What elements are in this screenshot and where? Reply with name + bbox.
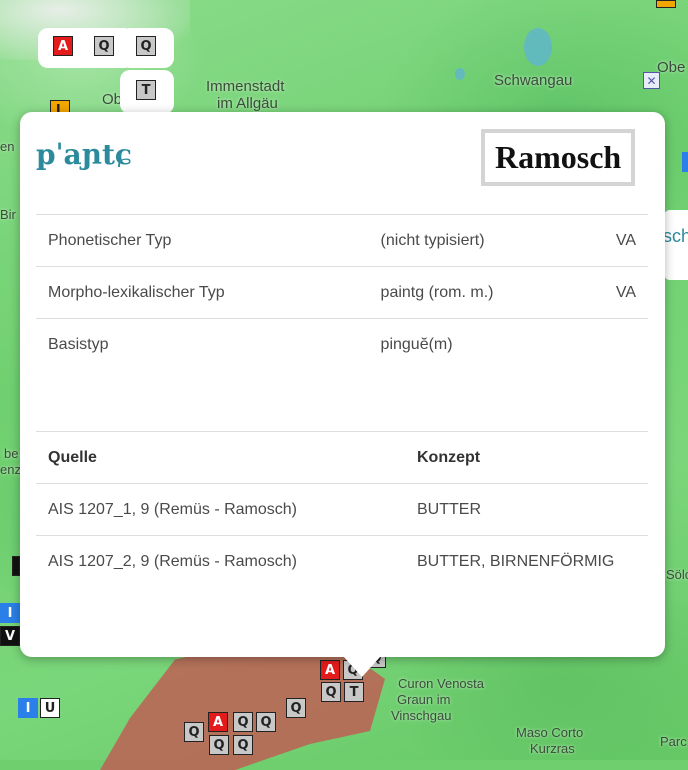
type-label: Phonetischer Typ [36, 214, 369, 267]
map-marker-q[interactable]: Q [136, 36, 156, 56]
map-marker-i[interactable]: I [0, 603, 20, 623]
place-label: Parc [660, 734, 687, 749]
type-source: VA [603, 214, 648, 267]
place-label: Kurzras [530, 741, 575, 756]
ipa-transcription: pˈaɲtɕ [36, 138, 132, 171]
table-row: Phonetischer Typ (nicht typisiert) VA [36, 214, 648, 267]
map-marker-t[interactable]: T [344, 682, 364, 702]
source-konzept: BUTTER [405, 483, 648, 536]
info-popup: pˈaɲtɕ Ramosch Phonetischer Typ (nicht t… [20, 112, 665, 677]
table-row: AIS 1207_1, 9 (Remüs - Ramosch) BUTTER [36, 483, 648, 536]
type-value: pinguĕ(m) [368, 318, 604, 370]
map-marker-u[interactable]: U [40, 698, 60, 718]
map-marker-q[interactable]: Q [184, 722, 204, 742]
map-marker-q[interactable]: Q [256, 712, 276, 732]
map-marker-q[interactable]: Q [209, 735, 229, 755]
location-name: Ramosch [481, 129, 636, 186]
table-header-row: Quelle Konzept [36, 431, 648, 484]
place-label: Sölc [666, 567, 688, 582]
map-marker-a[interactable]: A [320, 660, 340, 680]
map-marker-q[interactable]: Q [286, 698, 306, 718]
place-label: Bir [0, 207, 16, 222]
header-quelle: Quelle [36, 431, 405, 484]
table-row: AIS 1207_2, 9 (Remüs - Ramosch) BUTTER, … [36, 535, 648, 587]
type-label: Basistyp [36, 318, 369, 370]
type-source [603, 318, 648, 370]
map-marker-q[interactable]: Q [233, 735, 253, 755]
header-konzept: Konzept [405, 431, 648, 484]
place-label: Obe [657, 59, 686, 76]
map-marker-q[interactable]: Q [321, 682, 341, 702]
map-marker-v[interactable]: V [0, 626, 20, 646]
map-marker-partial[interactable] [656, 0, 676, 8]
place-label: Schwangau [494, 72, 573, 89]
place-label: Vinschgau [391, 708, 452, 723]
place-label: be [4, 446, 19, 461]
table-row: Morpho-lexikalischer Typ paintg (rom. m.… [36, 266, 648, 319]
map-marker-i[interactable]: I [18, 698, 38, 718]
place-label: en [0, 139, 15, 154]
place-label: Maso Corto [516, 725, 584, 740]
place-label: Immenstadt [206, 78, 285, 95]
place-label: im Allgäu [217, 95, 278, 112]
source-konzept: BUTTER, BIRNENFÖRMIG [405, 535, 648, 587]
close-icon[interactable]: ✕ [643, 72, 660, 89]
lake [524, 28, 552, 66]
type-value: paintg (rom. m.) [368, 266, 604, 319]
side-panel-text: sch [664, 226, 688, 246]
type-label: Morpho-lexikalischer Typ [36, 266, 369, 319]
source-quelle: AIS 1207_2, 9 (Remüs - Ramosch) [36, 535, 405, 587]
type-value: (nicht typisiert) [368, 214, 604, 267]
place-label: Curon Venosta [398, 676, 485, 691]
source-quelle: AIS 1207_1, 9 (Remüs - Ramosch) [36, 483, 405, 536]
map-marker-a[interactable]: A [208, 712, 228, 732]
place-label: Graun im [397, 692, 451, 707]
type-source: VA [603, 266, 648, 319]
popup-pointer [344, 657, 380, 677]
side-panel-tab[interactable]: sch [664, 210, 688, 280]
map-marker-t[interactable]: T [136, 80, 156, 100]
sources-table: Quelle Konzept AIS 1207_1, 9 (Remüs - Ra… [36, 431, 648, 587]
map-marker-a[interactable]: A [53, 36, 73, 56]
place-label: enz [0, 462, 21, 477]
table-row: Basistyp pinguĕ(m) [36, 318, 648, 370]
lake [455, 68, 465, 80]
map-marker-partial[interactable] [682, 152, 688, 172]
map-marker-partial[interactable] [12, 556, 20, 576]
map-marker-q[interactable]: Q [233, 712, 253, 732]
map-marker-q[interactable]: Q [94, 36, 114, 56]
type-table: Phonetischer Typ (nicht typisiert) VA Mo… [36, 214, 648, 370]
